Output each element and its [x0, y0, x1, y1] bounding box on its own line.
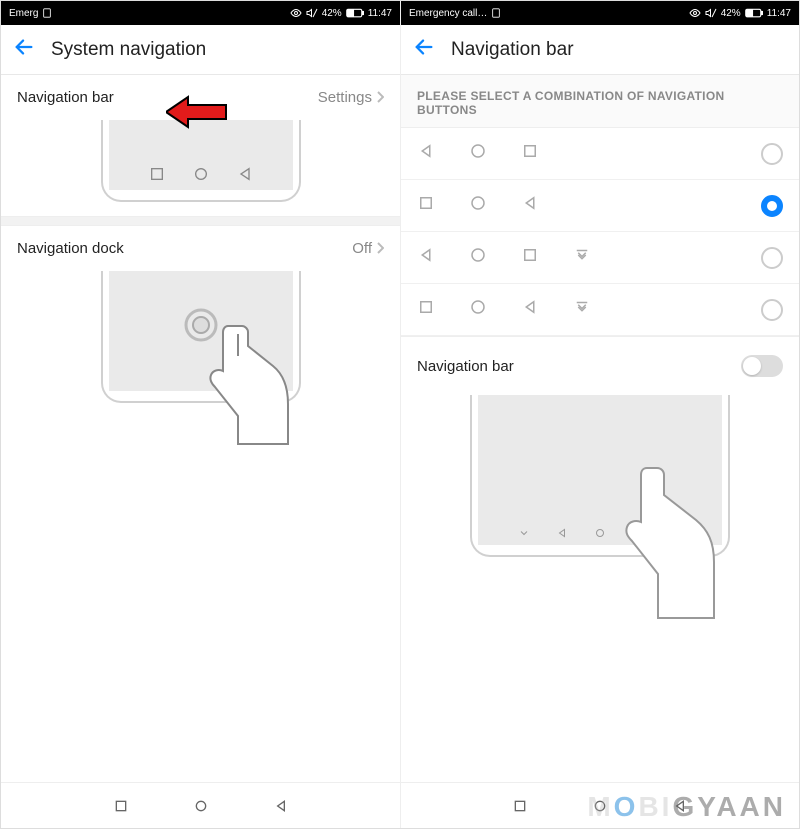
home-icon[interactable]: [193, 798, 209, 814]
radio-option-3[interactable]: [761, 299, 783, 321]
navigation-bar-value: Settings: [318, 89, 372, 106]
hand-pointer-icon: [193, 316, 303, 451]
radio-option-2[interactable]: [761, 247, 783, 269]
status-bar: Emerg 42% 11:47: [1, 1, 400, 25]
red-arrow-annotation: [166, 95, 228, 134]
square-icon: [417, 298, 435, 321]
chevron-right-icon: [376, 241, 384, 257]
mute-icon: [306, 7, 318, 19]
nav-bar-preview: [1, 120, 400, 216]
back-icon[interactable]: [13, 36, 35, 64]
header: System navigation: [1, 25, 400, 75]
nav-dock-preview: [1, 271, 400, 417]
circle-icon: [469, 246, 487, 269]
circle-icon: [193, 166, 209, 182]
recents-icon[interactable]: [113, 798, 129, 814]
section-divider: [1, 216, 400, 226]
sim-icon: [491, 8, 501, 18]
triangle-left-icon: [417, 246, 435, 269]
page-title: Navigation bar: [451, 39, 574, 61]
nav-combo-option-0[interactable]: [401, 128, 799, 180]
radio-option-1[interactable]: [761, 195, 783, 217]
status-time: 11:47: [368, 8, 392, 19]
square-icon: [521, 246, 539, 269]
nav-bar-preview: [401, 391, 799, 557]
status-time: 11:47: [767, 8, 791, 19]
status-emergency-label: Emergency call…: [409, 8, 487, 19]
header: Navigation bar: [401, 25, 799, 75]
mute-icon: [705, 7, 717, 19]
navigation-bar-toggle-row[interactable]: Navigation bar: [401, 336, 799, 391]
status-bar: Emergency call… 42% 11:47: [401, 1, 799, 25]
notification-pull-icon: [573, 246, 591, 269]
notification-pull-icon: [573, 298, 591, 321]
status-battery: 42%: [721, 8, 741, 19]
screen-navigation-bar: Emergency call… 42% 11:47: [400, 1, 799, 828]
nav-combo-option-3[interactable]: [401, 284, 799, 336]
battery-icon: [346, 8, 364, 18]
nav-combo-option-1[interactable]: [401, 180, 799, 232]
circle-icon: [469, 194, 487, 217]
triangle-left-icon: [521, 194, 539, 217]
battery-icon: [745, 8, 763, 18]
square-icon: [149, 166, 165, 182]
sim-icon: [42, 8, 52, 18]
back-nav-icon[interactable]: [273, 798, 289, 814]
eye-comfort-icon: [689, 7, 701, 19]
square-icon: [521, 142, 539, 165]
navigation-dock-label: Navigation dock: [17, 240, 124, 257]
eye-comfort-icon: [290, 7, 302, 19]
triangle-left-icon: [556, 527, 568, 539]
back-icon[interactable]: [413, 36, 435, 64]
navigation-bar-label: Navigation bar: [17, 89, 114, 106]
hand-pointer-icon: [602, 460, 722, 625]
circle-icon: [469, 142, 487, 165]
triangle-left-icon: [521, 298, 539, 321]
triangle-left-icon: [237, 166, 253, 182]
navigation-bar-toggle-label: Navigation bar: [417, 358, 514, 375]
screen-system-navigation: Emerg 42% 11:47: [1, 1, 400, 828]
chevron-down-icon: [518, 527, 530, 539]
navigation-dock-value: Off: [352, 240, 372, 257]
triangle-left-icon: [417, 142, 435, 165]
navigation-bar-toggle[interactable]: [741, 355, 783, 377]
section-header: PLEASE SELECT A COMBINATION OF NAVIGATIO…: [401, 75, 799, 128]
circle-icon: [469, 298, 487, 321]
nav-combo-options: [401, 128, 799, 336]
page-title: System navigation: [51, 39, 206, 61]
square-icon: [417, 194, 435, 217]
watermark: MOBIGYAAN: [587, 791, 786, 823]
system-nav-bar: [1, 782, 400, 828]
status-emergency-label: Emerg: [9, 8, 38, 19]
status-battery: 42%: [322, 8, 342, 19]
nav-combo-option-2[interactable]: [401, 232, 799, 284]
chevron-right-icon: [376, 90, 384, 106]
radio-option-0[interactable]: [761, 143, 783, 165]
recents-icon[interactable]: [512, 798, 528, 814]
navigation-dock-row[interactable]: Navigation dock Off: [1, 226, 400, 271]
